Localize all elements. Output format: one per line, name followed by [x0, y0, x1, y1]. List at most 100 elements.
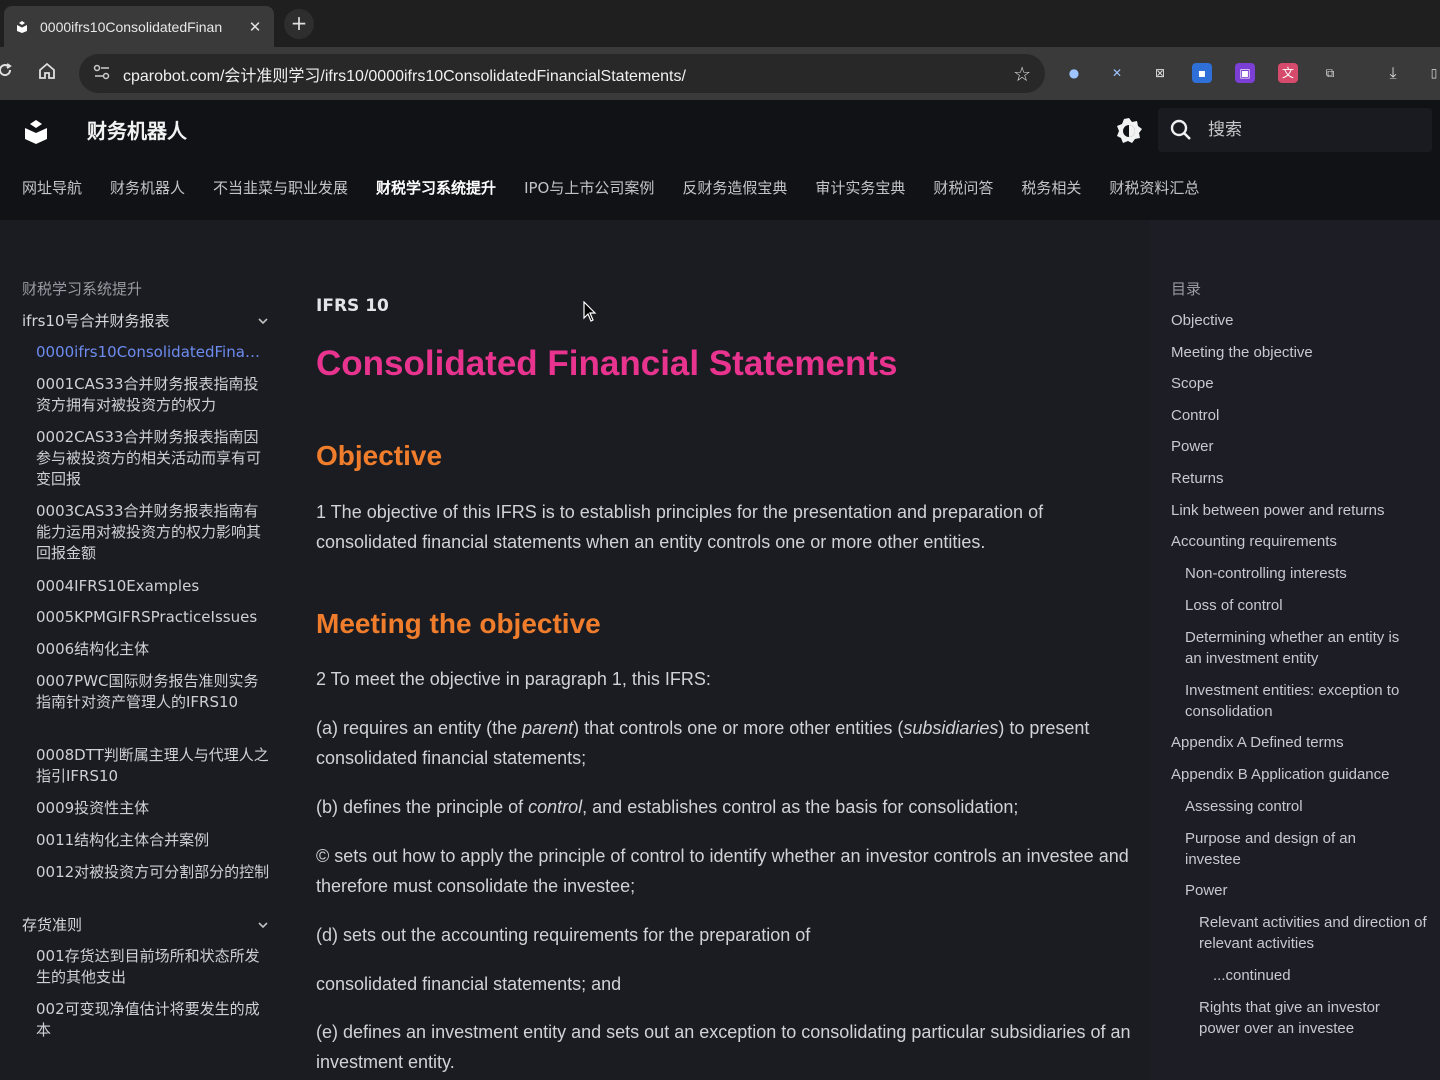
nav-item[interactable]: 审计实务宝典: [815, 176, 905, 200]
sidebar-item[interactable]: 0005KPMGIFRSPracticeIssues: [36, 607, 266, 628]
browser-toolbar: cparobot.com/会计准则学习/ifrs10/0000ifrs10Con…: [0, 47, 1440, 100]
toc-heading: 目录: [1171, 280, 1202, 298]
sidebar-group-ifrs10[interactable]: ifrs10号合并财务报表: [22, 310, 270, 332]
new-tab-button[interactable]: +: [284, 9, 314, 39]
sidebar-item[interactable]: 0012对被投资方可分割部分的控制: [36, 862, 272, 883]
toc-item[interactable]: Power: [1171, 436, 1214, 457]
text-run: (b) defines the principle of: [316, 797, 529, 817]
nav-item[interactable]: 财税学习系统提升: [376, 176, 496, 200]
sidebar-group-inventory[interactable]: 存货准则: [22, 914, 270, 936]
text-run: (a) requires an entity (the: [316, 718, 523, 738]
extensions-puzzle-icon[interactable]: ⧉: [1320, 63, 1340, 83]
home-icon[interactable]: [37, 61, 57, 88]
tab-close-icon[interactable]: ✕: [246, 18, 264, 36]
sidebar-item[interactable]: 0008DTT判断属主理人与代理人之指引IFRS10: [36, 745, 272, 787]
text-run: , and establishes control as the basis f…: [582, 797, 1019, 817]
toc-item[interactable]: Power: [1185, 880, 1228, 901]
nav-item[interactable]: IPO与上市公司案例: [524, 176, 654, 200]
paragraph-1: 1 The objective of this IFRS is to estab…: [316, 502, 1044, 552]
extension-grid-icon[interactable]: ⊠: [1150, 63, 1170, 83]
search-input[interactable]: [1208, 120, 1408, 140]
document-label: IFRS 10: [316, 296, 389, 316]
paragraph-2d: (d) sets out the accounting requirements…: [316, 925, 811, 945]
paragraph-2a: (a) requires an entity (the parent) that…: [316, 713, 1131, 773]
toc-item[interactable]: Loss of control: [1185, 595, 1283, 616]
toc-item[interactable]: Meeting the objective: [1171, 342, 1313, 363]
nav-item[interactable]: 网址导航: [22, 176, 82, 200]
download-icon[interactable]: ⤓: [1383, 63, 1403, 83]
nav-item[interactable]: 财税资料汇总: [1109, 176, 1199, 200]
search-icon[interactable]: [1170, 119, 1192, 141]
nav-item[interactable]: 财务机器人: [110, 176, 185, 200]
paragraph-2d-cont: consolidated financial statements; and: [316, 974, 622, 994]
nav-item[interactable]: 反财务造假宝典: [682, 176, 787, 200]
table-of-contents: 目录 Objective Meeting the objective Scope…: [1150, 220, 1440, 1080]
sidebar-item[interactable]: 002可变现净值估计将要发生的成本: [36, 999, 272, 1041]
term-subsidiaries: subsidiaries: [903, 718, 999, 738]
mouse-cursor-icon: [583, 301, 597, 322]
theme-toggle-icon[interactable]: [1115, 117, 1143, 145]
toc-item[interactable]: Scope: [1171, 373, 1214, 394]
paragraph-2e: (e) defines an investment entity and set…: [316, 1022, 1131, 1072]
url-text: cparobot.com/会计准则学习/ifrs10/0000ifrs10Con…: [123, 67, 686, 85]
bookmark-star-icon[interactable]: ☆: [1013, 62, 1031, 86]
text-run: ) that controls one or more other entiti…: [573, 718, 904, 738]
browser-tab-bar: 0000ifrs10ConsolidatedFinan ✕ +: [0, 0, 1440, 47]
sidebar-item[interactable]: 0009投资性主体: [36, 798, 272, 819]
site-info-icon[interactable]: [93, 64, 115, 84]
main-nav: 网址导航 财务机器人 不当韭菜与职业发展 财税学习系统提升 IPO与上市公司案例 反财务造…: [0, 176, 1205, 200]
sidebar-item[interactable]: 0002CAS33合并财务报表指南因参与被投资方的相关活动而享有可变回报: [36, 427, 272, 490]
sidebar-item[interactable]: 0006结构化主体: [36, 639, 272, 660]
extension-red-icon[interactable]: 文: [1278, 63, 1298, 83]
toc-item[interactable]: Rights that give an investor power over …: [1199, 997, 1419, 1039]
site-logo-icon[interactable]: [24, 118, 48, 144]
term-control: control: [528, 797, 583, 817]
extension-purple-icon[interactable]: ▣: [1235, 63, 1255, 83]
paragraph-2: 2 To meet the objective in paragraph 1, …: [316, 669, 711, 689]
heading-meeting-objective: Meeting the objective: [316, 608, 601, 639]
sidebar-item[interactable]: 0003CAS33合并财务报表指南有能力运用对被投资方的权力影响其回报金额: [36, 501, 272, 564]
nav-item[interactable]: 税务相关: [1021, 176, 1081, 200]
extension-search-icon[interactable]: ●: [1064, 63, 1084, 83]
nav-item[interactable]: 财税问答: [933, 176, 993, 200]
sidebar-item[interactable]: 0001CAS33合并财务报表指南投资方拥有对被投资方的权力: [36, 374, 272, 416]
sidebar-item[interactable]: 0004IFRS10Examples: [36, 576, 272, 597]
reload-icon[interactable]: [0, 61, 14, 86]
toc-item[interactable]: Returns: [1171, 468, 1224, 489]
sidebar-item[interactable]: 0011结构化主体合并案例: [36, 830, 272, 851]
site-name[interactable]: 财务机器人: [87, 118, 187, 144]
nav-item[interactable]: 不当韭菜与职业发展: [213, 176, 348, 200]
toc-item[interactable]: Objective: [1171, 310, 1234, 331]
sidebar-item[interactable]: 0007PWC国际财务报告准则实务指南针对资产管理人的IFRS10: [36, 671, 272, 713]
toc-item[interactable]: ...continued: [1213, 965, 1291, 986]
toc-item[interactable]: Relevant activities and direction of rel…: [1199, 912, 1434, 954]
paragraph-2c: © sets out how to apply the principle of…: [316, 846, 1129, 896]
browser-tab[interactable]: 0000ifrs10ConsolidatedFinan ✕: [4, 6, 274, 47]
toc-item[interactable]: Investment entities: exception to consol…: [1185, 680, 1420, 722]
sidebar-group-label: 存货准则: [22, 916, 83, 934]
address-bar[interactable]: cparobot.com/会计准则学习/ifrs10/0000ifrs10Con…: [79, 54, 1045, 93]
search-box[interactable]: [1158, 108, 1432, 152]
toc-item[interactable]: Appendix B Application guidance: [1171, 764, 1390, 785]
toc-item[interactable]: Link between power and returns: [1171, 500, 1384, 521]
toc-item[interactable]: Non-controlling interests: [1185, 563, 1347, 584]
article-content: IFRS 10 Consolidated Financial Statement…: [316, 220, 1136, 1080]
toc-item[interactable]: Accounting requirements: [1171, 531, 1337, 552]
extension-translate-icon[interactable]: ▪: [1192, 63, 1212, 83]
site-favicon-icon: [14, 19, 30, 35]
sidebar-item[interactable]: 0000ifrs10ConsolidatedFinancialStatement…: [36, 342, 266, 363]
heading-objective: Objective: [316, 440, 443, 471]
side-panel-icon[interactable]: ▯: [1424, 63, 1440, 83]
sidebar-item[interactable]: 001存货达到目前场所和状态所发生的其他支出: [36, 946, 272, 988]
page-title: Consolidated Financial Statements: [316, 344, 898, 383]
sidebar-section-title: 财税学习系统提升: [22, 280, 143, 298]
extension-x-icon[interactable]: ✕: [1107, 63, 1127, 83]
toc-item[interactable]: Appendix A Defined terms: [1171, 732, 1344, 753]
toc-item[interactable]: Determining whether an entity is an inve…: [1185, 627, 1420, 669]
toc-item[interactable]: Purpose and design of an investee: [1185, 828, 1385, 870]
tab-title: 0000ifrs10ConsolidatedFinan: [40, 18, 223, 35]
sidebar-group-label: ifrs10号合并财务报表: [22, 312, 170, 330]
chevron-down-icon: [258, 318, 268, 325]
toc-item[interactable]: Assessing control: [1185, 796, 1303, 817]
toc-item[interactable]: Control: [1171, 405, 1219, 426]
